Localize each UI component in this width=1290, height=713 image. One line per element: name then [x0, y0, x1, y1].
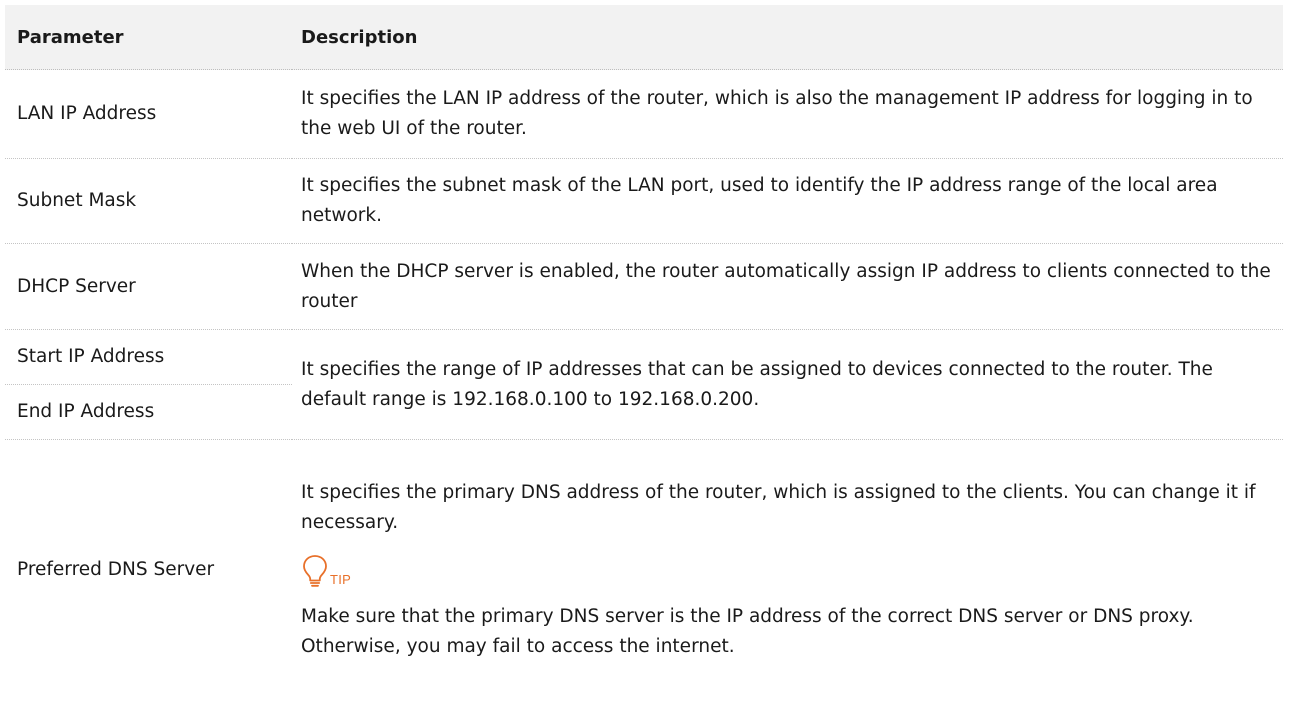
description-lan-ip-address: It specifies the LAN IP address of the r… [292, 69, 1283, 159]
tip-label: TIP [330, 572, 352, 587]
tip-heading: TIP [301, 554, 1273, 588]
table-row: LAN IP Address It specifies the LAN IP a… [5, 69, 1283, 159]
table-row: Preferred DNS Server It specifies the pr… [5, 440, 1283, 701]
header-description: Description [292, 5, 1283, 70]
description-dhcp-server: When the DHCP server is enabled, the rou… [292, 243, 1283, 330]
description-preferred-dns-server: It specifies the primary DNS address of … [292, 440, 1283, 701]
parameter-end-ip-address: End IP Address [5, 384, 292, 440]
parameter-subnet-mask: Subnet Mask [5, 158, 292, 244]
lightbulb-icon [301, 554, 329, 588]
header-parameter: Parameter [5, 5, 292, 70]
parameter-table: Parameter Description LAN IP Address It … [5, 5, 1283, 700]
document-page: Parameter Description LAN IP Address It … [0, 0, 1290, 713]
table-row: Start IP Address It specifies the range … [5, 329, 1283, 440]
tip-text: Make sure that the primary DNS server is… [301, 606, 1194, 657]
parameter-start-ip-address: Start IP Address [5, 329, 292, 385]
table-header-row: Parameter Description [5, 5, 1283, 70]
description-ip-address-range: It specifies the range of IP addresses t… [292, 329, 1283, 440]
description-subnet-mask: It specifies the subnet mask of the LAN … [292, 158, 1283, 244]
table-row: Subnet Mask It specifies the subnet mask… [5, 158, 1283, 244]
parameter-lan-ip-address: LAN IP Address [5, 69, 292, 159]
table-row: DHCP Server When the DHCP server is enab… [5, 243, 1283, 330]
parameter-dhcp-server: DHCP Server [5, 243, 292, 330]
parameter-preferred-dns-server: Preferred DNS Server [17, 559, 215, 580]
table-header: Parameter Description [5, 5, 1283, 70]
dns-description-text: It specifies the primary DNS address of … [301, 482, 1256, 533]
table-body: LAN IP Address It specifies the LAN IP a… [5, 69, 1283, 701]
